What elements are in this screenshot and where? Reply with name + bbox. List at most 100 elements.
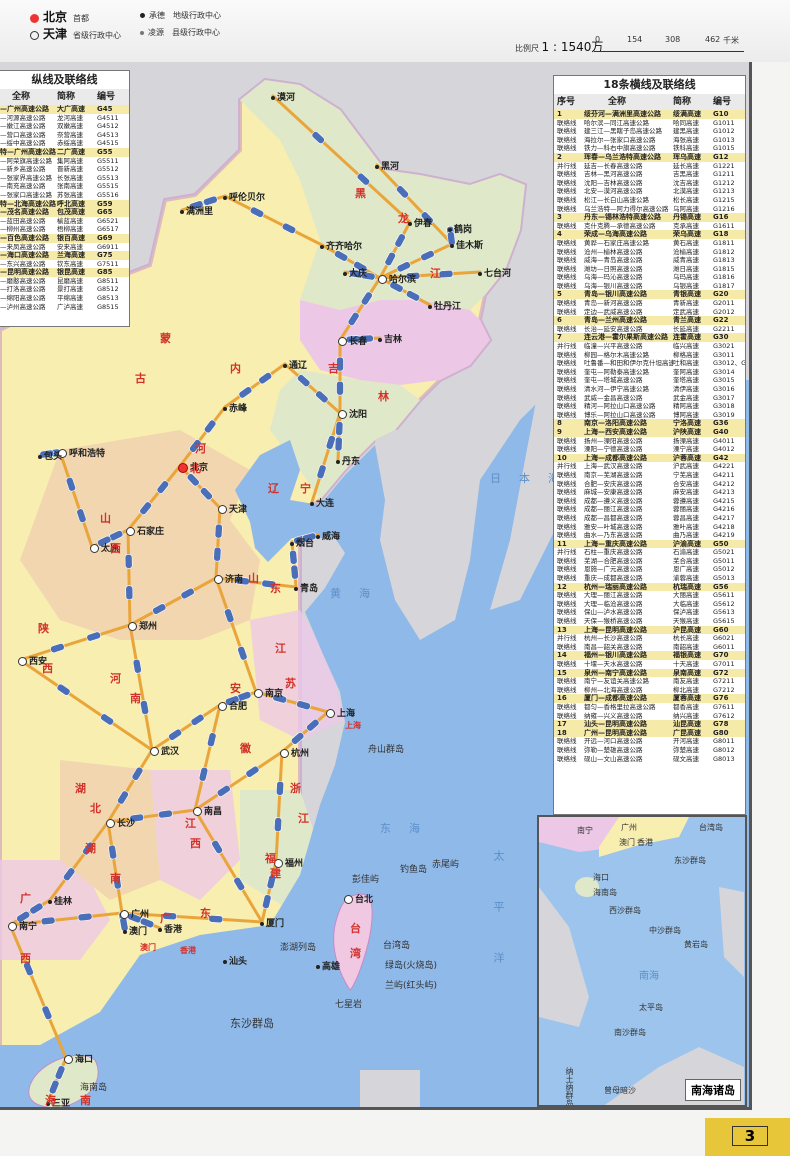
cell-abbr: 平绵高速 — [57, 294, 83, 303]
cell-seq: 9 — [557, 427, 562, 436]
cell-seq: 3 — [557, 213, 562, 222]
cell-seq: 联络线 — [557, 410, 577, 419]
city-label: 南宁 — [8, 919, 37, 932]
cell-name: 天保—猴桥高速公路 — [584, 617, 643, 626]
cell-seq: 联络线 — [557, 436, 577, 445]
cell-seq: 联络线 — [557, 307, 577, 316]
province-label: 安 — [230, 682, 241, 695]
cell-seq: 联络线 — [557, 221, 577, 230]
table-row: 联络线 奎屯—阿勒泰高速公路 奎阿高速 G3014 — [554, 368, 745, 377]
cell-abbr: 北漠高速 — [673, 187, 699, 196]
inset-label: 曾母暗沙 — [604, 1086, 636, 1095]
cell-code: G1013 — [713, 135, 735, 144]
cell-abbr: 吐和高速 — [673, 359, 699, 368]
cell-code: G4011 — [713, 436, 735, 445]
cell-code: G3019 — [713, 410, 735, 419]
cell-abbr: 青兰高速 — [673, 316, 701, 325]
legend-prefecture: 承德 地级行政中心 — [140, 10, 221, 21]
capital-star-icon — [30, 14, 39, 23]
cell-name: 乌海—银川高速公路 — [584, 281, 643, 290]
table-row: —新乡高速公路 晋新高速 G5512 — [0, 165, 129, 174]
cell-abbr: 乌玛高速 — [673, 273, 699, 282]
cell-abbr: 曲乃高速 — [673, 531, 699, 540]
cell-name: —张家界高速公路 — [0, 173, 52, 182]
cell-code: G5513 — [97, 173, 119, 182]
cell-name: 福州—银川高速公路 — [584, 651, 647, 660]
table-row: 并行线 临潼—兴平高速公路 临兴高速 G3021 — [554, 342, 745, 351]
cell-abbr: 广泸高速 — [57, 302, 83, 311]
cell-name: —张家口高速公路 — [0, 190, 52, 199]
cell-seq: 联络线 — [557, 178, 577, 187]
city-label: 郑州 — [128, 619, 157, 632]
cell-name: 青岛—银川高速公路 — [584, 290, 647, 299]
cell-code: G4511 — [97, 113, 119, 122]
table-row: 联络线 定边—武威高速公路 定武高速 G2012 — [554, 308, 745, 317]
cell-code: G5012 — [713, 565, 735, 574]
cell-name: 建三江—黑瞎子岛高速公路 — [584, 127, 662, 136]
table-row: 联络线 恩施—广元高速公路 恩广高速 G5012 — [554, 565, 745, 574]
city-label: 台北 — [344, 892, 373, 905]
table-row: 10 上海—成都高速公路 沪蓉高速 G42 — [554, 453, 745, 463]
table-row: —蓝田高速公路 榆蓝高速 G6521 — [0, 217, 129, 226]
cell-name: 保山—泸水高速公路 — [584, 608, 643, 617]
cell-code: G1211 — [713, 170, 735, 179]
longitudinal-routes-table: 纵线及联络线 全称 简称 编号 —广州高速公路 大广高速 G45 —河源高速公路 龙河高速 G… — [0, 70, 130, 327]
province-label: 河 — [195, 442, 206, 455]
city-label: 吉林 — [378, 332, 402, 345]
cell-code: G1816 — [713, 273, 735, 282]
island-label: 海南岛 — [80, 1083, 108, 1093]
table-row: —打洛高速公路 景打高速 G8512 — [0, 285, 129, 294]
table-row: —绥中高速公路 赤绥高速 G4515 — [0, 139, 129, 148]
cell-seq: 联络线 — [557, 677, 577, 686]
cell-code: G1611 — [713, 221, 735, 230]
table-row: 联络线 大理—临沧高速公路 大临高速 G5612 — [554, 600, 745, 609]
cell-seq: 17 — [557, 720, 567, 729]
table-row: 联络线 合肥—安庆高速公路 合安高速 G4212 — [554, 480, 745, 489]
inset-label: 西沙群岛 — [609, 906, 641, 915]
cell-abbr: 恩广高速 — [673, 565, 699, 574]
cell-abbr: 泉南高速 — [673, 668, 701, 677]
city-label: 武汉 — [150, 744, 179, 757]
inset-label: 广州 — [621, 823, 637, 832]
table-row: 联络线 都匀—香格里拉高速公路 都香高速 G7611 — [554, 703, 745, 712]
cell-name: 上海—西安高速公路 — [584, 427, 647, 436]
cell-name: 南昌—韶关高速公路 — [584, 642, 643, 651]
prov-capital-icon — [30, 31, 39, 40]
cell-name: —昆明高速公路 — [0, 268, 49, 277]
cell-name: —阿荣旗高速公路 — [0, 156, 52, 165]
cell-seq: 6 — [557, 316, 562, 325]
table-row: —广州高速公路 大广高速 G45 — [0, 105, 129, 114]
cell-name: 潍坊—日照高速公路 — [584, 264, 643, 273]
cell-code: G42 — [713, 453, 729, 462]
cell-code: G4213 — [713, 488, 735, 497]
cell-abbr: 苏张高速 — [57, 190, 83, 199]
cell-seq: 联络线 — [557, 522, 577, 531]
cell-seq: 联络线 — [557, 324, 577, 333]
cell-name: 奎屯—塔城高速公路 — [584, 376, 643, 385]
cell-seq: 联络线 — [557, 505, 577, 514]
cell-code: G3016 — [713, 385, 735, 393]
cell-seq: 联络线 — [557, 385, 577, 393]
province-label: 西 — [20, 952, 31, 965]
inset-label: 澳门 — [619, 838, 635, 847]
cell-code: G4513 — [97, 130, 119, 139]
cell-code: G3017 — [713, 393, 735, 402]
cell-abbr: 乌阿高速 — [673, 204, 699, 213]
latitudinal-routes-table: 18条横线及联络线 序号 全称 简称 编号 1 绥芬河—满洲里高速公路 绥满高速 G10 联络… — [553, 75, 746, 815]
cell-abbr: 宁芜高速 — [673, 470, 699, 479]
cell-name: 特—北海高速公路 — [0, 199, 56, 208]
table-row: 联络线 扬州—溧阳高速公路 扬溧高速 G4011 — [554, 437, 745, 446]
cell-abbr: 克承高速 — [673, 221, 699, 230]
island-label: 钓鱼岛 — [400, 865, 428, 875]
cell-code: G1213 — [713, 187, 735, 196]
cell-abbr: 青新高速 — [673, 299, 699, 308]
cell-code: G6011 — [713, 642, 735, 651]
cell-code: G3014 — [713, 367, 735, 376]
cell-code: G12 — [713, 152, 729, 161]
cell-name: 沧州—榆林高速公路 — [584, 247, 643, 256]
inset-label: 海口 — [593, 873, 609, 882]
province-label: 广 — [20, 892, 31, 905]
cell-seq: 联络线 — [557, 281, 577, 290]
cell-name: 扬州—溧阳高速公路 — [584, 436, 643, 445]
cell-abbr: 雅叶高速 — [673, 522, 699, 531]
